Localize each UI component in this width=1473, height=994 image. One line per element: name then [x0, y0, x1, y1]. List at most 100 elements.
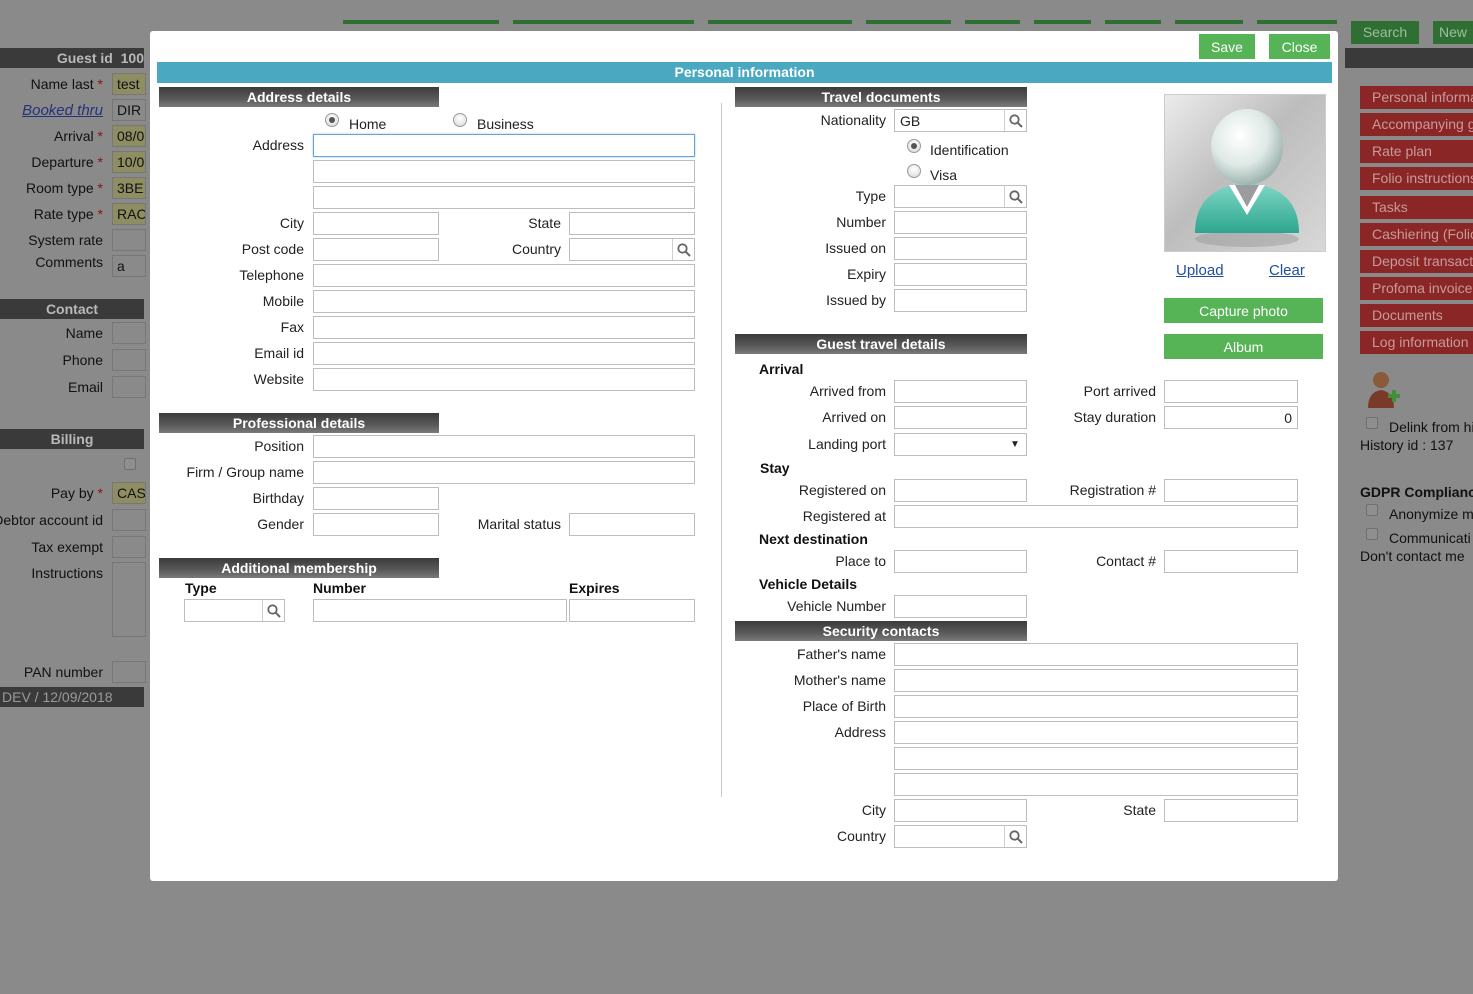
document-type-search-icon[interactable] [1004, 186, 1026, 207]
contact-email-label: Email [67, 379, 103, 395]
room-type-field[interactable]: 3BE [112, 177, 146, 199]
security-address-line-3-input[interactable] [894, 773, 1298, 796]
debtor-account-field[interactable] [112, 509, 146, 531]
security-address-line-1-input[interactable] [894, 721, 1298, 744]
contact-phone-field[interactable] [112, 349, 146, 371]
travel-documents-header: Travel documents [735, 87, 1027, 107]
search-button[interactable]: Search [1351, 21, 1419, 44]
place-of-birth-input[interactable] [894, 695, 1298, 718]
visa-radio[interactable] [907, 164, 921, 178]
issued-by-input[interactable] [894, 289, 1027, 312]
name-last-field[interactable]: test [112, 73, 146, 95]
port-arrived-input[interactable] [1164, 380, 1298, 403]
membership-type-search-icon[interactable] [262, 600, 284, 621]
nationality-search-icon[interactable] [1004, 110, 1026, 131]
capture-photo-button[interactable]: Capture photo [1164, 298, 1323, 323]
security-address-line-2-input[interactable] [894, 747, 1298, 770]
menu-tasks[interactable]: Tasks [1360, 196, 1473, 219]
security-country-search-icon[interactable] [1004, 826, 1026, 847]
address-line-1-input[interactable] [313, 134, 695, 157]
pan-number-field[interactable] [112, 661, 146, 683]
menu-proforma-invoice[interactable]: Profoma invoice [1360, 277, 1473, 300]
comments-field[interactable]: a [112, 255, 146, 277]
booked-thru-field[interactable]: DIR [112, 99, 146, 121]
state-label: State [528, 215, 561, 231]
registration-number-input[interactable] [1164, 479, 1298, 502]
birthday-input[interactable] [313, 487, 439, 510]
save-button[interactable]: Save [1199, 34, 1255, 59]
fax-input[interactable] [313, 316, 695, 339]
email-input[interactable] [313, 342, 695, 365]
vehicle-number-input[interactable] [894, 595, 1027, 618]
postcode-input[interactable] [313, 238, 439, 261]
country-search-icon[interactable] [672, 239, 694, 260]
arrival-field[interactable]: 08/0 [112, 125, 146, 147]
upload-photo-link[interactable]: Upload [1176, 262, 1224, 279]
landing-port-select[interactable] [894, 433, 1027, 456]
clear-photo-link[interactable]: Clear [1269, 262, 1305, 279]
security-state-input[interactable] [1164, 799, 1298, 822]
album-button[interactable]: Album [1164, 334, 1323, 359]
pay-by-field[interactable]: CAS [112, 482, 146, 504]
menu-cashiering[interactable]: Cashiering (Folio [1360, 223, 1473, 246]
mother-name-label: Mother's name [793, 672, 886, 688]
menu-documents[interactable]: Documents [1360, 304, 1473, 327]
contact-email-field[interactable] [112, 376, 146, 398]
issued-by-label: Issued by [826, 292, 886, 308]
state-input[interactable] [569, 212, 695, 235]
communication-checkbox[interactable] [1366, 528, 1378, 540]
add-guest-icon[interactable] [1366, 368, 1402, 410]
contact-phone-label: Phone [62, 352, 103, 368]
website-input[interactable] [313, 368, 695, 391]
menu-rate-plan[interactable]: Rate plan [1360, 140, 1473, 163]
system-rate-field[interactable] [112, 229, 146, 251]
menu-log-information[interactable]: Log information [1360, 331, 1473, 354]
gender-input[interactable] [313, 513, 439, 536]
menu-personal-information[interactable]: Personal informa [1360, 86, 1473, 109]
instructions-field[interactable] [112, 562, 146, 637]
mother-name-input[interactable] [894, 669, 1298, 692]
menu-deposit-transactions[interactable]: Deposit transacti [1360, 250, 1473, 273]
right-panel-header [1345, 48, 1473, 68]
security-city-input[interactable] [894, 799, 1027, 822]
city-input[interactable] [313, 212, 439, 235]
mobile-input[interactable] [313, 290, 695, 313]
contact-name-field[interactable] [112, 322, 146, 344]
telephone-input[interactable] [313, 264, 695, 287]
room-type-label: Room type * [25, 180, 103, 196]
membership-number-input[interactable] [313, 599, 567, 622]
marital-status-input[interactable] [569, 513, 695, 536]
address-line-3-input[interactable] [313, 186, 695, 209]
address-line-2-input[interactable] [313, 160, 695, 183]
tax-exempt-field[interactable] [112, 536, 146, 558]
arrived-from-input[interactable] [894, 380, 1027, 403]
expiry-input[interactable] [894, 263, 1027, 286]
anonymize-checkbox[interactable] [1366, 504, 1378, 516]
registered-at-input[interactable] [894, 505, 1298, 528]
stay-duration-input[interactable] [1164, 406, 1298, 429]
father-name-input[interactable] [894, 643, 1298, 666]
close-button[interactable]: Close [1269, 34, 1330, 59]
booked-thru-link[interactable]: Booked thru [22, 102, 103, 119]
delink-checkbox[interactable] [1366, 417, 1378, 429]
contact-number-input[interactable] [1164, 550, 1298, 573]
firm-group-input[interactable] [313, 461, 695, 484]
membership-expires-input[interactable] [569, 599, 695, 622]
menu-accompanying[interactable]: Accompanying g [1360, 113, 1473, 136]
billing-checkbox[interactable] [124, 458, 136, 470]
identification-radio[interactable] [907, 139, 921, 153]
arrived-on-input[interactable] [894, 406, 1027, 429]
rate-type-field[interactable]: RAC [112, 203, 146, 225]
address-type-business-radio[interactable] [453, 113, 467, 127]
address-type-home-radio[interactable] [325, 113, 339, 127]
registered-on-input[interactable] [894, 479, 1027, 502]
place-to-input[interactable] [894, 550, 1027, 573]
menu-folio-instructions[interactable]: Folio instructions [1360, 167, 1473, 190]
issued-on-label: Issued on [825, 240, 886, 256]
position-input[interactable] [313, 435, 695, 458]
new-button[interactable]: New [1433, 21, 1473, 44]
document-number-input[interactable] [894, 211, 1027, 234]
departure-field[interactable]: 10/0 [112, 151, 146, 173]
issued-on-input[interactable] [894, 237, 1027, 260]
address-details-header: Address details [159, 87, 439, 107]
